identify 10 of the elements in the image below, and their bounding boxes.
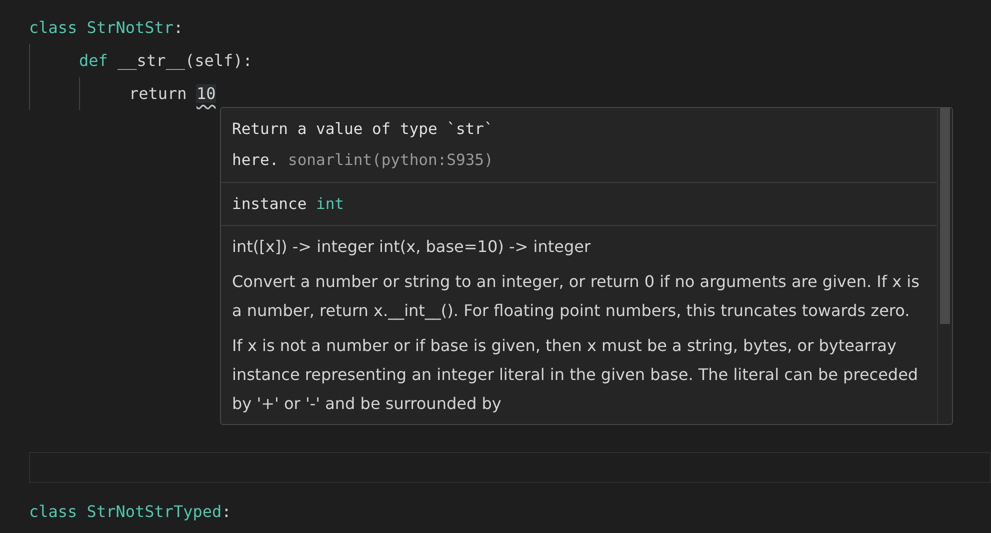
code-line: return 10 bbox=[129, 84, 216, 103]
code-line: def __str__(self): bbox=[79, 51, 252, 70]
doc-paragraph: If x is not a number or if base is given, then x must be a string, bytes, or bytearray instance representing an integer literal in the given base. The literal can be preceded by '+' or '-' and be surrounded by bbox=[232, 335, 920, 415]
code-line: class StrNotStr: bbox=[29, 18, 184, 37]
doc-paragraph: Convert a number or string to an integer, or return 0 if no arguments are given. If x is a number, return x.__int__(). For floating point numbers, this truncates towards zero. bbox=[232, 271, 920, 322]
signature-text: int([x]) -> integer int(x, base=10) -> integer bbox=[232, 236, 592, 258]
diagnostic-message: Return a value of type `str` here. sonarlint(python:S935) bbox=[232, 119, 494, 171]
code-line: class StrNotStrTyped: bbox=[29, 502, 232, 521]
type-info: instance int bbox=[232, 194, 345, 215]
scrollbar[interactable] bbox=[937, 108, 952, 424]
